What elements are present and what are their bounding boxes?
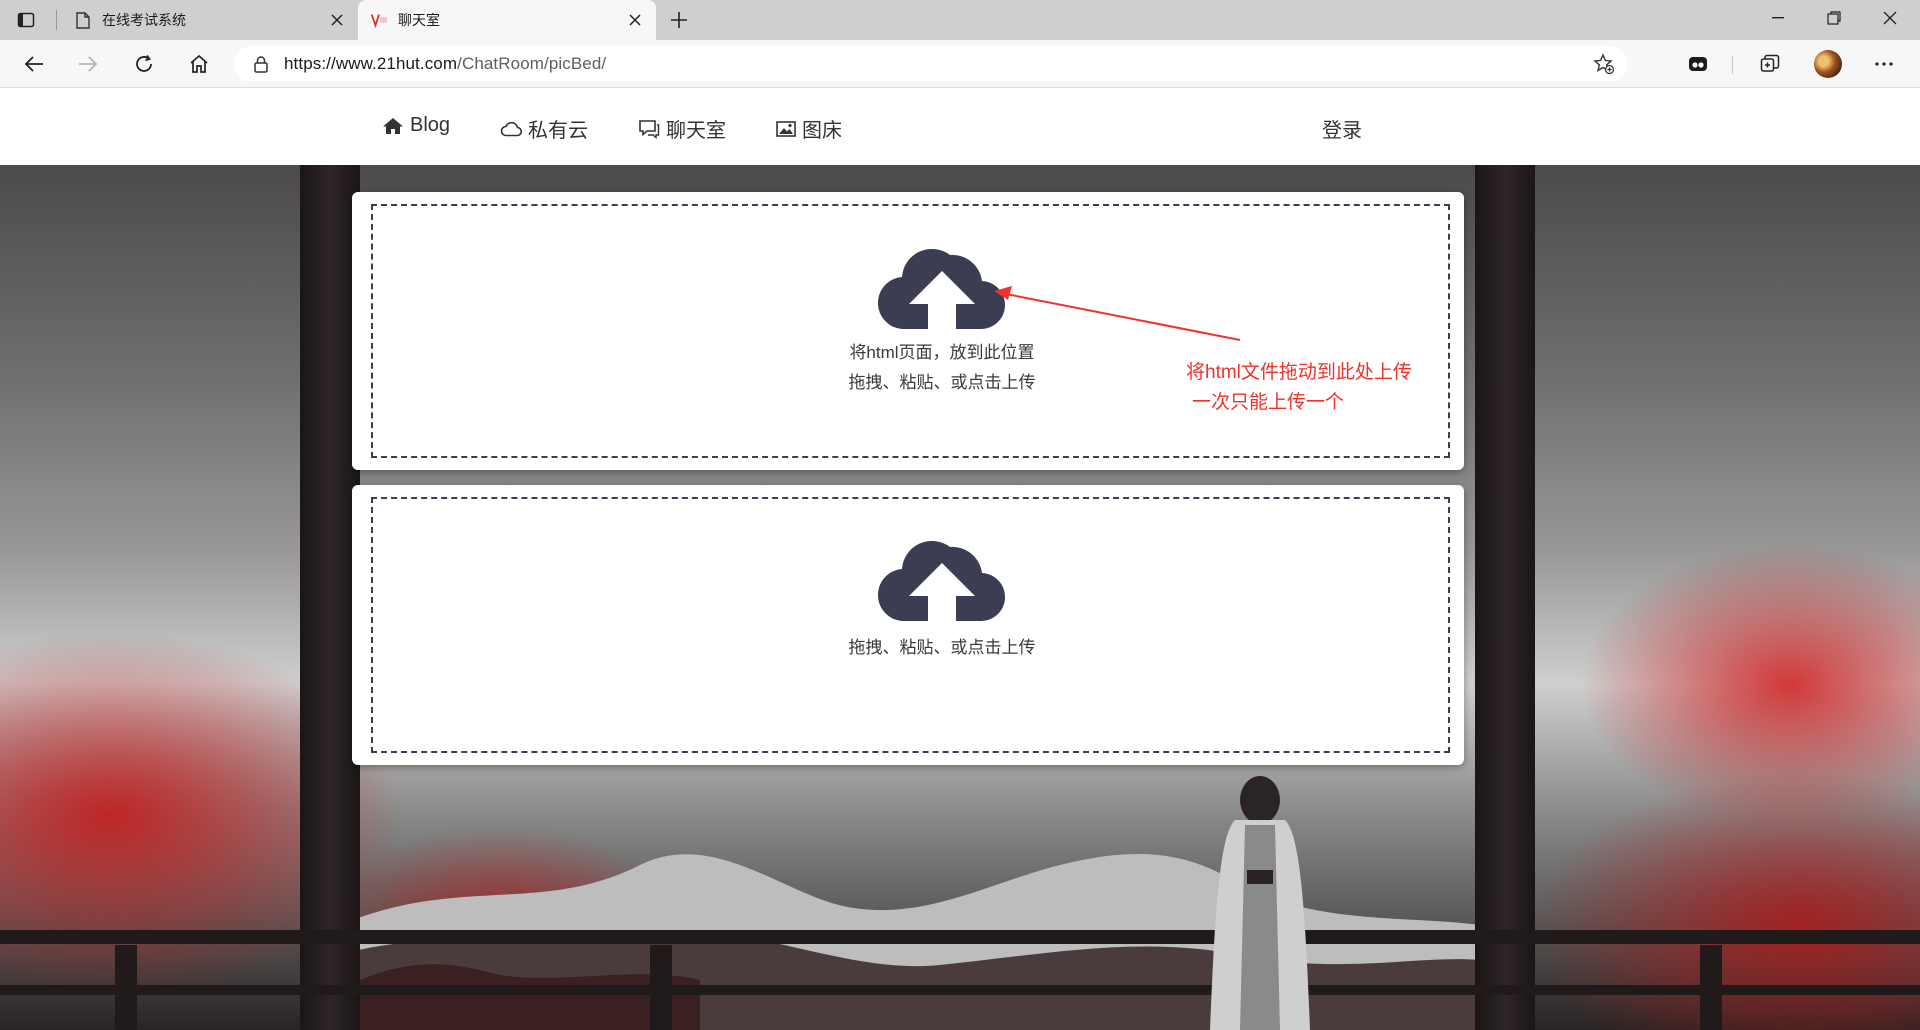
nav-label: Blog [410,114,451,136]
image-icon [776,120,796,137]
url-text: https://www.21hut.com/ChatRoom/picBed/ [284,54,606,74]
profile-avatar[interactable] [1814,50,1842,78]
annotation-arrow [994,286,1241,341]
nav-label: 聊天室 [666,120,726,142]
pillar-right [1475,165,1535,1030]
collections-icon[interactable] [1754,48,1786,80]
railing-post [115,945,137,1030]
dropzone-line-1: 拖拽、粘贴、或点击上传 [848,638,1036,657]
annotation-line-1: 将html文件拖动到此处上传 [1186,362,1412,383]
annotation-text: 将html文件拖动到此处上传 一次只能上传一个 [1186,358,1412,418]
cloud-icon [500,121,522,137]
restore-button[interactable] [1806,0,1862,36]
forward-button[interactable] [72,48,104,80]
tab-title: 在线考试系统 [102,12,186,28]
extension-icon[interactable] [1682,48,1714,80]
login-link[interactable]: 登录 [1322,114,1362,143]
more-menu-icon[interactable] [1868,48,1900,80]
home-button[interactable] [183,48,215,80]
back-button[interactable] [18,48,50,80]
dropzone-instructions: 拖拽、粘贴、或点击上传 [352,633,1532,663]
chat-icon [638,119,660,139]
image-upload-card: 拖拽、粘贴、或点击上传 [352,485,1464,765]
toolbar-divider [1732,56,1733,74]
railing-post [650,945,672,1030]
lock-icon[interactable] [250,53,272,75]
nav-label: 图床 [802,120,842,142]
railing-post [1700,945,1722,1030]
browser-toolbar: https://www.21hut.com/ChatRoom/picBed/ [0,40,1920,88]
add-favorite-icon[interactable] [1592,52,1616,76]
new-tab-button[interactable] [664,6,694,34]
figure-illustration [1210,776,1310,1030]
refresh-button[interactable] [128,48,160,80]
html-upload-card: 将html页面，放到此位置 拖拽、粘贴、或点击上传 [352,192,1464,470]
nav-label: 私有云 [528,120,588,142]
tab-actions-icon[interactable] [14,8,38,32]
close-tab-icon[interactable] [326,9,348,31]
nav-item-blog[interactable]: Blog [382,114,450,137]
tab-separator [56,10,57,30]
site-navbar: Blog 私有云 聊天室 图床 登录 [0,88,1920,165]
address-bar[interactable]: https://www.21hut.com/ChatRoom/picBed/ [234,46,1628,82]
document-icon [74,11,92,29]
railing-bottom [0,985,1920,995]
url-host: https://www.21hut.com [284,54,458,73]
cloud-upload-icon[interactable] [878,533,1006,621]
browser-tab-exam[interactable]: 在线考试系统 [62,0,358,40]
site-logo-icon [370,11,388,29]
railing-top [0,930,1920,944]
annotation-line-2: 一次只能上传一个 [1192,392,1345,413]
close-tab-icon[interactable] [624,9,646,31]
home-icon [382,117,404,135]
minimize-button[interactable] [1750,0,1806,36]
nav-item-private-cloud[interactable]: 私有云 [500,114,588,143]
cloud-upload-icon[interactable] [878,241,1006,329]
browser-tab-strip: 在线考试系统 聊天室 [0,0,1920,40]
nav-item-chatroom[interactable]: 聊天室 [638,114,726,143]
tab-title: 聊天室 [398,12,440,28]
url-path: /ChatRoom/picBed/ [457,54,607,73]
close-window-button[interactable] [1862,0,1918,36]
browser-tab-chatroom[interactable]: 聊天室 [358,0,656,40]
pillar-left [300,165,360,1030]
nav-item-image-bed[interactable]: 图床 [776,114,842,143]
